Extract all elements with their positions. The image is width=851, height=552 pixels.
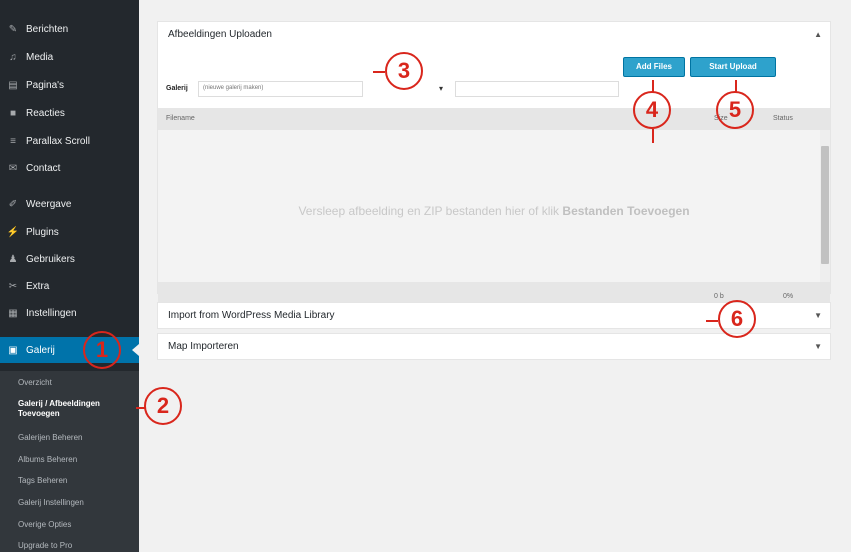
submenu-item-galerij-instellingen[interactable]: Galerij Instellingen	[18, 498, 84, 508]
sidebar-item-label: Instellingen	[26, 307, 77, 319]
total-progress: 0%	[783, 293, 794, 300]
chevron-down-icon[interactable]: ▾	[439, 84, 443, 93]
sidebar-item-paginas[interactable]: ▤ Pagina's	[0, 72, 139, 98]
sidebar-item-label: Plugins	[26, 226, 59, 238]
sidebar-item-gebruikers[interactable]: ♟ Gebruikers	[0, 246, 139, 272]
submenu-item-upgrade[interactable]: Upgrade to Pro	[18, 541, 72, 551]
sidebar-item-media[interactable]: ♫ Media	[0, 44, 139, 70]
expand-toggle-icon[interactable]: ▼	[814, 342, 822, 351]
sidebar-item-label: Weergave	[26, 198, 72, 210]
sidebar-item-reacties[interactable]: ■ Reacties	[0, 100, 139, 126]
map-box-title: Map Importeren	[168, 341, 239, 352]
new-gallery-name-input[interactable]	[455, 81, 619, 97]
import-box-title: Import from WordPress Media Library	[168, 310, 335, 321]
pin-icon: ✎	[8, 23, 18, 35]
callout-4: 4	[633, 91, 671, 129]
callout-5: 5	[716, 91, 754, 129]
gallery-icon: ▣	[8, 344, 18, 356]
sidebar-item-parallax[interactable]: ≡ Parallax Scroll	[0, 128, 139, 154]
sidebar-item-label: Media	[26, 51, 54, 63]
callout-1: 1	[83, 331, 121, 369]
callout-6: 6	[718, 300, 756, 338]
sidebar-item-weergave[interactable]: ✐ Weergave	[0, 191, 139, 217]
sidebar-item-instellingen[interactable]: ▦ Instellingen	[0, 300, 139, 326]
callout-4-line-bottom	[652, 129, 654, 143]
main-content: Afbeeldingen Uploaden ▲ Galerij (nieuwe …	[139, 0, 851, 552]
start-upload-button[interactable]: Start Upload	[690, 57, 776, 77]
sidebar-item-label: Parallax Scroll	[26, 135, 90, 147]
expand-toggle-icon[interactable]: ▼	[814, 311, 822, 320]
parallax-icon: ≡	[10, 135, 16, 147]
drop-instructions: Versleep afbeelding en ZIP bestanden hie…	[158, 204, 830, 218]
users-icon: ♟	[8, 253, 18, 265]
mail-icon: ✉	[8, 162, 18, 174]
pages-icon: ▤	[8, 79, 18, 91]
column-filename: Filename	[166, 115, 195, 122]
sidebar-item-label: Reacties	[26, 107, 65, 119]
map-importeren-box[interactable]: Map Importeren ▼	[157, 333, 831, 360]
total-size: 0 b	[714, 293, 724, 300]
active-indicator	[132, 344, 139, 356]
file-drop-zone[interactable]: Versleep afbeelding en ZIP bestanden hie…	[158, 130, 830, 282]
wrench-icon: ✂	[8, 280, 18, 292]
add-files-link[interactable]: Bestanden Toevoegen	[562, 204, 689, 218]
scrollbar-thumb[interactable]	[821, 146, 829, 264]
submenu-item-afbeeldingen-toevoegen[interactable]: Galerij / Afbeeldingen Toevoegen	[18, 399, 100, 419]
sidebar-item-extra[interactable]: ✂ Extra	[0, 273, 139, 299]
plugin-icon: ⚡	[6, 226, 20, 238]
callout-3-line	[373, 71, 385, 73]
callout-2: 2	[144, 387, 182, 425]
submenu-item-galerijen-beheren[interactable]: Galerijen Beheren	[18, 433, 82, 443]
settings-icon: ▦	[8, 307, 18, 319]
submenu-item-albums-beheren[interactable]: Albums Beheren	[18, 455, 77, 465]
upload-box: Afbeeldingen Uploaden ▲ Galerij (nieuwe …	[157, 21, 831, 312]
sidebar-item-label: Berichten	[26, 23, 69, 35]
galerij-submenu: Overzicht Galerij / Afbeeldingen Toevoeg…	[0, 371, 139, 552]
submenu-item-overige-opties[interactable]: Overige Opties	[18, 520, 71, 530]
upload-box-title: Afbeeldingen Uploaden	[168, 29, 272, 40]
column-status: Status	[773, 115, 793, 122]
add-files-button[interactable]: Add Files	[623, 57, 685, 77]
comments-icon: ■	[9, 107, 17, 119]
sidebar-item-label: Contact	[26, 162, 61, 174]
sidebar-item-plugins[interactable]: ⚡ Plugins	[0, 219, 139, 245]
callout-6-line	[706, 320, 718, 322]
gallery-label: Galerij	[166, 85, 188, 92]
sidebar-item-contact[interactable]: ✉ Contact	[0, 155, 139, 181]
sidebar-item-label: Pagina's	[26, 79, 65, 91]
submenu-item-label: Galerij / Afbeeldingen	[18, 399, 100, 408]
admin-sidebar: ✎ Berichten ♫ Media ▤ Pagina's ■ Reactie…	[0, 0, 139, 552]
callout-3: 3	[385, 52, 423, 90]
brush-icon: ✐	[8, 198, 18, 210]
sidebar-item-berichten[interactable]: ✎ Berichten	[0, 16, 139, 42]
drop-text: Versleep afbeelding en ZIP bestanden hie…	[298, 204, 560, 218]
sidebar-item-label: Galerij	[26, 344, 55, 356]
collapse-toggle-icon[interactable]: ▲	[814, 30, 822, 39]
sidebar-item-label: Gebruikers	[26, 253, 75, 265]
sidebar-item-label: Extra	[26, 280, 50, 292]
drop-zone-scrollbar[interactable]	[820, 130, 830, 282]
submenu-item-tags-beheren[interactable]: Tags Beheren	[18, 476, 67, 486]
submenu-item-label-line2: Toevoegen	[18, 409, 60, 418]
media-icon: ♫	[9, 51, 17, 63]
gallery-select[interactable]: (nieuwe galerij maken)	[198, 81, 363, 97]
submenu-item-overzicht[interactable]: Overzicht	[18, 378, 52, 388]
